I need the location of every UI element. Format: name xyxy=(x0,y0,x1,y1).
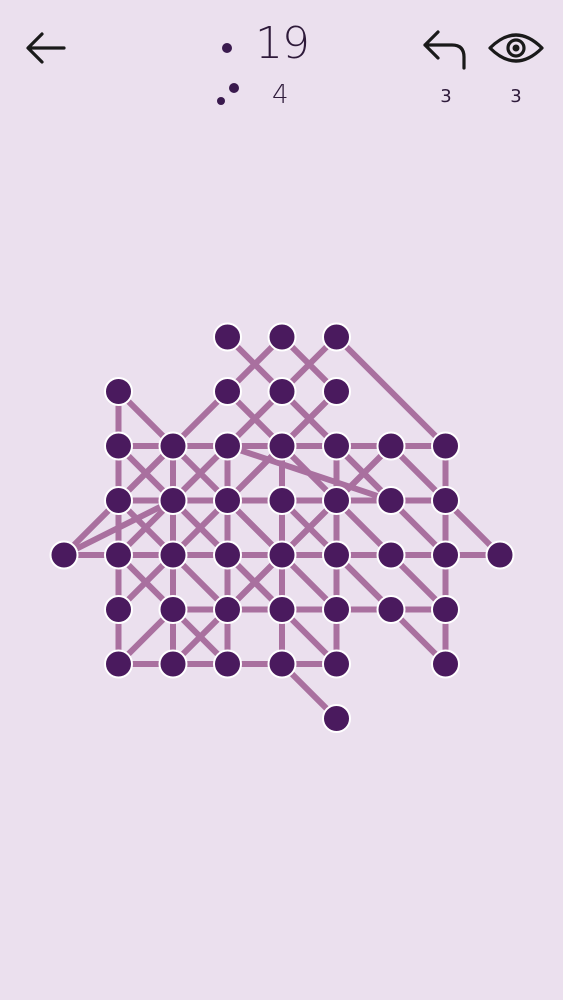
pairs-counter: 4 xyxy=(272,80,289,110)
node-3-0[interactable] xyxy=(213,322,242,352)
node-5-1[interactable] xyxy=(322,377,351,406)
eye-icon xyxy=(488,33,544,63)
back-button[interactable] xyxy=(20,26,70,70)
undo-button[interactable] xyxy=(418,24,472,72)
node-4-2[interactable] xyxy=(267,431,297,461)
node-6-2[interactable] xyxy=(376,431,406,461)
node-4-6[interactable] xyxy=(267,649,297,679)
node-8-4[interactable] xyxy=(485,540,515,570)
pairs-dots-icon xyxy=(214,82,240,108)
node-6-5[interactable] xyxy=(376,595,406,624)
node-7-4[interactable] xyxy=(431,540,460,570)
node-2-3[interactable] xyxy=(158,486,188,515)
arrow-left-icon xyxy=(26,32,66,64)
edge-3 xyxy=(333,334,449,449)
hint-counter: 3 xyxy=(510,86,522,107)
node-2-6[interactable] xyxy=(158,649,188,679)
node-5-6[interactable] xyxy=(322,649,351,679)
node-3-4[interactable] xyxy=(213,540,242,570)
game-screen: 19 4 3 3 xyxy=(0,0,563,1000)
node-5-3[interactable] xyxy=(322,486,351,515)
node-3-5[interactable] xyxy=(213,595,242,624)
node-1-2[interactable] xyxy=(104,431,133,461)
puzzle-board[interactable] xyxy=(0,300,563,740)
node-5-4[interactable] xyxy=(322,540,351,570)
node-1-1[interactable] xyxy=(104,377,133,406)
moves-counter: 19 xyxy=(255,18,310,69)
node-0-4[interactable] xyxy=(49,540,79,570)
node-1-4[interactable] xyxy=(104,540,133,570)
node-2-2[interactable] xyxy=(158,431,188,461)
node-7-3[interactable] xyxy=(431,486,460,515)
undo-counter: 3 xyxy=(440,86,452,107)
node-3-6[interactable] xyxy=(213,649,242,679)
node-5-2[interactable] xyxy=(322,431,351,461)
node-4-1[interactable] xyxy=(267,377,297,406)
puzzle-graph[interactable] xyxy=(0,300,563,740)
node-2-5[interactable] xyxy=(158,595,188,624)
undo-arrow-icon xyxy=(423,30,466,70)
node-4-4[interactable] xyxy=(267,540,297,570)
moves-dot-icon xyxy=(220,40,234,54)
node-7-5[interactable] xyxy=(431,595,460,624)
node-3-1[interactable] xyxy=(213,377,242,406)
node-7-6[interactable] xyxy=(431,649,460,679)
node-3-3[interactable] xyxy=(213,486,242,515)
node-6-3[interactable] xyxy=(376,486,406,515)
node-4-5[interactable] xyxy=(267,595,297,624)
node-5-5[interactable] xyxy=(322,595,351,624)
node-1-3[interactable] xyxy=(104,486,133,515)
node-7-2[interactable] xyxy=(431,431,460,461)
hint-button[interactable] xyxy=(486,26,546,70)
node-1-5[interactable] xyxy=(104,595,133,624)
node-5-0[interactable] xyxy=(322,322,351,352)
node-4-3[interactable] xyxy=(267,486,297,515)
node-1-6[interactable] xyxy=(104,649,133,679)
node-6-4[interactable] xyxy=(376,540,406,570)
node-2-4[interactable] xyxy=(158,540,188,570)
top-bar: 19 4 3 3 xyxy=(0,0,563,130)
node-5-7[interactable] xyxy=(322,704,351,733)
node-4-0[interactable] xyxy=(267,322,297,352)
node-3-2[interactable] xyxy=(213,431,242,461)
